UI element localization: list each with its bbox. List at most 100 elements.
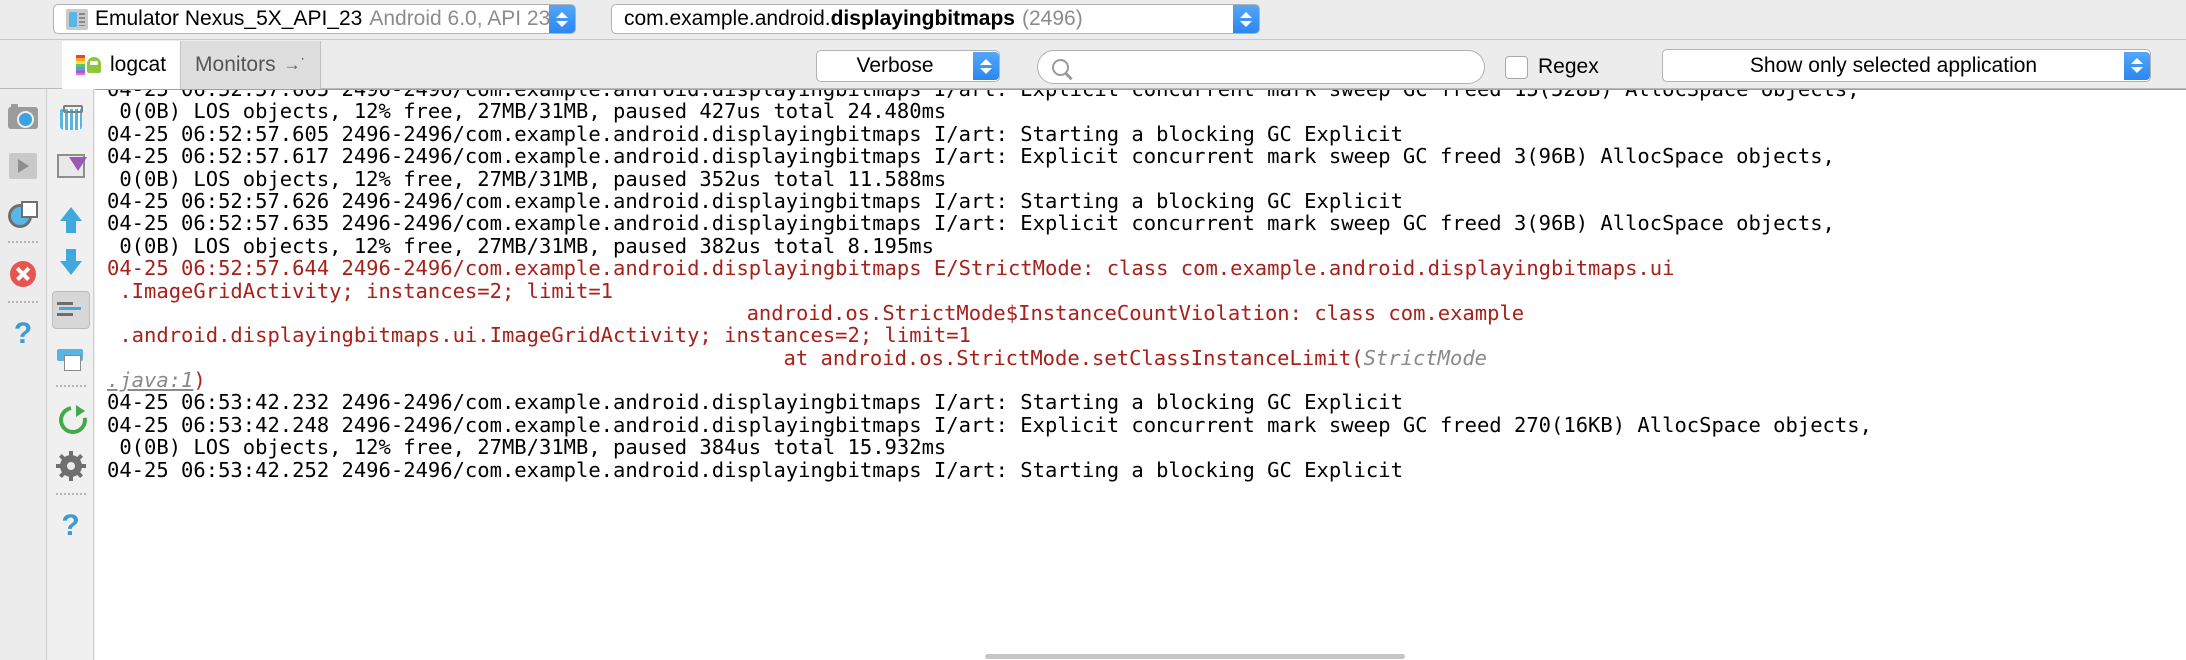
arrow-up-icon xyxy=(59,207,82,233)
log-line: android.os.StrictMode$InstanceCountViola… xyxy=(107,302,2186,324)
soft-wrap-button[interactable] xyxy=(51,291,90,329)
layout-inspector-button[interactable] xyxy=(4,195,42,233)
search-field[interactable] xyxy=(1037,50,1485,84)
log-line-text: 04-25 06:52:57.626 2496-2496/com.example… xyxy=(107,188,1403,213)
log-line: 04-25 06:53:42.232 2496-2496/com.example… xyxy=(107,391,2186,413)
log-line: 0(0B) LOS objects, 12% free, 27MB/31MB, … xyxy=(107,100,2186,122)
tab-logcat[interactable]: logcat xyxy=(62,41,182,89)
log-line-text: at android.os.StrictMode.setClassInstanc… xyxy=(783,345,1364,370)
print-button[interactable] xyxy=(52,339,90,377)
question-mark-icon: ? xyxy=(13,317,33,350)
horizontal-scrollbar[interactable] xyxy=(95,653,2186,660)
logcat-filter-bar: logcat Monitors →˙ Verbose Regex Show on… xyxy=(0,41,2186,89)
import-export-icon xyxy=(56,154,87,178)
rail-divider xyxy=(8,301,38,303)
log-line: .ImageGridActivity; instances=2; limit=1 xyxy=(107,278,2186,303)
log-level-chevron-icon[interactable] xyxy=(973,52,999,80)
inspect-icon xyxy=(8,201,38,228)
settings-button[interactable] xyxy=(52,447,90,485)
logcat-tool-rail: ? xyxy=(48,89,94,660)
device-selection-bar: Emulator Nexus_5X_API_23 Android 6.0, AP… xyxy=(0,0,2186,40)
tab-monitors[interactable]: Monitors →˙ xyxy=(181,41,322,89)
export-logcat-button[interactable] xyxy=(52,147,90,185)
play-icon xyxy=(9,153,37,179)
device-glyph-icon xyxy=(66,8,88,30)
log-line: .android.displayingbitmaps.ui.ImageGridA… xyxy=(107,324,2186,346)
filter-scope-chevron-icon[interactable] xyxy=(2124,51,2150,80)
log-line-text: 04-25 06:53:42.248 2496-2496/com.example… xyxy=(107,412,1872,437)
log-line: 04-25 06:52:57.635 2496-2496/com.example… xyxy=(107,212,2186,234)
tab-logcat-label: logcat xyxy=(110,53,167,76)
scroll-down-button[interactable] xyxy=(52,243,90,281)
log-line: 0(0B) LOS objects, 12% free, 27MB/31MB, … xyxy=(107,235,2186,257)
device-dropdown[interactable]: Emulator Nexus_5X_API_23 Android 6.0, AP… xyxy=(53,4,576,34)
device-dropdown-chevron-icon[interactable] xyxy=(549,5,575,33)
regex-checkbox[interactable] xyxy=(1505,55,1528,79)
process-dropdown[interactable]: com.example.android.displayingbitmaps (2… xyxy=(611,4,1260,34)
log-line: .java:1) xyxy=(107,369,2186,391)
gear-icon xyxy=(55,451,86,481)
stop-circle-icon xyxy=(10,261,36,287)
log-line: at android.os.StrictMode.setClassInstanc… xyxy=(107,345,2186,370)
logcat-window: Emulator Nexus_5X_API_23 Android 6.0, AP… xyxy=(0,0,2186,660)
log-line-text: 0(0B) LOS objects, 12% free, 27MB/31MB, … xyxy=(107,166,947,191)
log-line-text: .android.displayingbitmaps.ui.ImageGridA… xyxy=(107,323,971,348)
log-line: 04-25 06:53:42.252 2496-2496/com.example… xyxy=(107,457,2186,482)
logcat-icon xyxy=(76,54,102,76)
screen-record-button[interactable] xyxy=(4,147,42,185)
stacktrace-link[interactable]: .java:1 xyxy=(107,368,193,392)
scroll-up-button[interactable] xyxy=(52,195,90,233)
question-mark-icon: ? xyxy=(61,509,80,542)
log-line: 0(0B) LOS objects, 12% free, 27MB/31MB, … xyxy=(107,166,2186,191)
help-button[interactable]: ? xyxy=(52,507,90,545)
logcat-output[interactable]: 04-25 06:52:57.605 2496-2496/com.example… xyxy=(95,89,2186,660)
log-line-text: 04-25 06:52:57.605 2496-2496/com.example… xyxy=(107,121,1403,146)
log-line-italic-text: StrictMode xyxy=(1363,345,1487,370)
log-line-text: 0(0B) LOS objects, 12% free, 27MB/31MB, … xyxy=(107,99,947,124)
log-line-text: .ImageGridActivity; instances=2; limit=1 xyxy=(107,278,614,303)
log-line: 0(0B) LOS objects, 12% free, 27MB/31MB, … xyxy=(107,436,2186,458)
filter-scope-value: Show only selected application xyxy=(1749,53,2038,77)
restart-icon xyxy=(58,405,85,431)
log-line: 04-25 06:53:42.248 2496-2496/com.example… xyxy=(107,414,2186,436)
process-name-prefix: com.example.android. xyxy=(624,7,831,30)
camera-icon xyxy=(8,104,38,129)
process-name: displayingbitmaps xyxy=(830,7,1015,30)
log-line: 04-25 06:52:57.626 2496-2496/com.example… xyxy=(107,190,2186,212)
process-dropdown-chevron-icon[interactable] xyxy=(1233,5,1259,33)
screenshot-button[interactable] xyxy=(4,99,42,137)
tab-monitors-label: Monitors xyxy=(195,53,276,76)
log-line: 04-25 06:52:57.644 2496-2496/com.example… xyxy=(107,257,2186,279)
log-line-text: 0(0B) LOS objects, 12% free, 27MB/31MB, … xyxy=(107,233,934,258)
tab-strip: logcat Monitors →˙ xyxy=(62,41,322,89)
rail-divider xyxy=(55,493,86,495)
search-icon xyxy=(1052,58,1069,76)
log-line-text: android.os.StrictMode$InstanceCountViola… xyxy=(746,300,1525,325)
process-pid: (2496) xyxy=(1021,7,1083,30)
terminate-application-button[interactable] xyxy=(4,255,42,293)
arrow-down-icon xyxy=(59,249,82,275)
printer-icon xyxy=(56,346,85,371)
log-line-text: 04-25 06:53:42.232 2496-2496/com.example… xyxy=(107,390,1403,415)
regex-label: Regex xyxy=(1538,55,1599,78)
help-button[interactable]: ? xyxy=(4,315,42,353)
process-dropdown-text: com.example.android.displayingbitmaps (2… xyxy=(612,7,1233,31)
log-level-value: Verbose xyxy=(856,54,934,77)
filter-scope-dropdown[interactable]: Show only selected application xyxy=(1662,49,2151,82)
clear-logcat-button[interactable] xyxy=(52,99,90,137)
device-detail: Android 6.0, API 23 xyxy=(369,7,549,30)
device-name: Emulator Nexus_5X_API_23 xyxy=(95,7,363,30)
search-input[interactable] xyxy=(1077,54,1470,80)
log-line-text: 04-25 06:52:57.617 2496-2496/com.example… xyxy=(107,144,1835,169)
device-dropdown-text: Emulator Nexus_5X_API_23 Android 6.0, AP… xyxy=(54,7,549,31)
rail-divider xyxy=(8,241,38,243)
restart-logcat-button[interactable] xyxy=(52,399,90,437)
log-line: 04-25 06:52:57.605 2496-2496/com.example… xyxy=(107,123,2186,145)
soft-wrap-icon xyxy=(56,299,86,321)
log-level-dropdown[interactable]: Verbose xyxy=(816,50,1000,82)
log-line-text: 04-25 06:52:57.644 2496-2496/com.example… xyxy=(107,256,1675,281)
regex-option[interactable]: Regex xyxy=(1505,55,1599,79)
rail-divider xyxy=(55,385,86,387)
log-line-text: 04-25 06:53:42.252 2496-2496/com.example… xyxy=(107,457,1403,482)
horizontal-scrollbar-thumb[interactable] xyxy=(985,654,1405,659)
